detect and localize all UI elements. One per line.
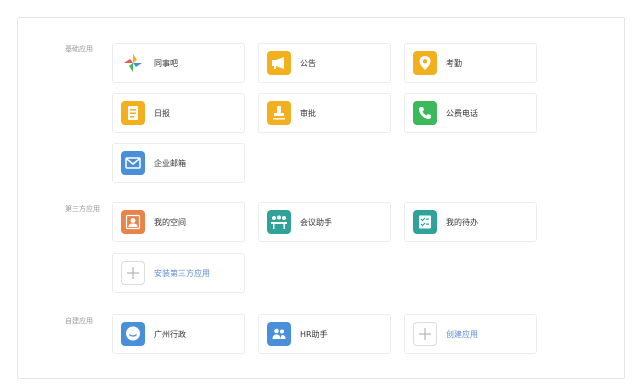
app-tile-my-space[interactable]: 我的空间 [112,202,245,242]
create-app-button[interactable]: 创建应用 [404,314,537,354]
stamp-icon [267,101,291,125]
app-tile-meeting-assistant[interactable]: 会议助手 [258,202,391,242]
app-tile-guangzhou-admin[interactable]: 广州行政 [112,314,245,354]
location-pin-icon [413,51,437,75]
app-tile-public-phone[interactable]: 公费电话 [404,93,537,133]
chat-bubble-icon [121,322,145,346]
plus-icon [121,261,145,285]
meeting-icon [267,210,291,234]
todo-icon [413,210,437,234]
app-label: 我的待办 [446,217,478,227]
app-tile-hr-assistant[interactable]: HR助手 [258,314,391,354]
app-label: 审批 [300,108,316,118]
app-label: 日报 [154,108,170,118]
app-tile-attendance[interactable]: 考勤 [404,43,537,83]
app-label: 企业邮箱 [154,158,186,168]
app-tile-enterprise-mail[interactable]: 企业邮箱 [112,143,245,183]
app-label: 同事吧 [154,58,178,68]
app-label: 公费电话 [446,108,478,118]
app-tile-colleague-bar[interactable]: 同事吧 [112,43,245,83]
megaphone-icon [267,51,291,75]
plus-icon [413,322,437,346]
app-label: 会议助手 [300,217,332,227]
app-tile-approval[interactable]: 审批 [258,93,391,133]
app-label: 考勤 [446,58,462,68]
phone-icon [413,101,437,125]
app-tile-daily-report[interactable]: 日报 [112,93,245,133]
mail-icon [121,151,145,175]
section-label-basic: 基础应用 [65,45,93,53]
app-label: 公告 [300,58,316,68]
install-third-party-button[interactable]: 安装第三方应用 [112,253,245,293]
section-label-custom: 自建应用 [65,317,93,325]
install-third-party-label: 安装第三方应用 [154,268,210,278]
app-label: HR助手 [300,329,328,339]
app-label: 我的空间 [154,217,186,227]
app-tile-announcement[interactable]: 公告 [258,43,391,83]
document-icon [121,101,145,125]
user-space-icon [121,210,145,234]
app-tile-my-todo[interactable]: 我的待办 [404,202,537,242]
pinwheel-icon [121,51,145,75]
hr-people-icon [267,322,291,346]
section-label-third-party: 第三方应用 [65,205,100,213]
app-label: 广州行政 [154,329,186,339]
create-app-label: 创建应用 [446,329,478,339]
